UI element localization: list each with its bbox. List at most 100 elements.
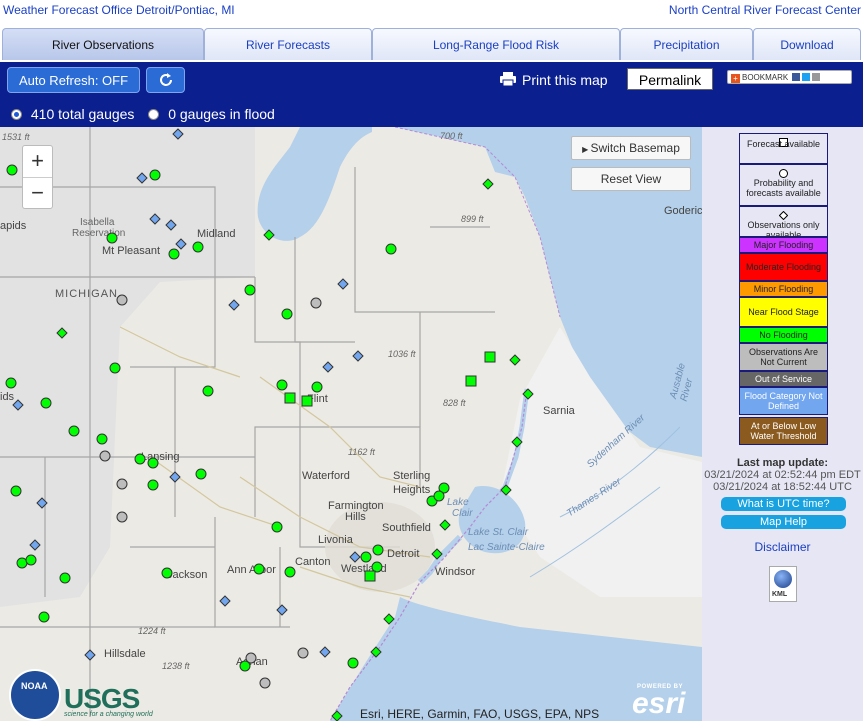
gauge-circle-marker[interactable] [161, 567, 173, 579]
gauge-circle-marker[interactable] [311, 381, 323, 393]
gauge-circle-marker[interactable] [347, 657, 359, 669]
gauge-diamond-marker[interactable] [84, 649, 96, 661]
gauge-circle-marker[interactable] [40, 397, 52, 409]
gauge-diamond-marker[interactable] [383, 613, 395, 625]
map-help-button[interactable]: Map Help [721, 515, 846, 529]
gauge-diamond-marker[interactable] [165, 219, 177, 231]
gauge-circle-marker[interactable] [6, 164, 18, 176]
gauge-circle-marker[interactable] [284, 566, 296, 578]
gauge-diamond-marker[interactable] [349, 551, 361, 563]
tab-precipitation[interactable]: Precipitation [620, 28, 753, 60]
gauge-circle-marker[interactable] [195, 468, 207, 480]
gauge-circle-marker[interactable] [297, 647, 309, 659]
zoom-in-button[interactable]: + [23, 146, 52, 177]
gauge-square-marker[interactable] [484, 351, 496, 363]
gauge-circle-marker[interactable] [116, 294, 128, 306]
bookmark-button[interactable]: + BOOKMARK [727, 70, 852, 84]
kml-download-button[interactable]: KML [769, 566, 797, 602]
gauge-diamond-marker[interactable] [337, 278, 349, 290]
gauge-diamond-marker[interactable] [263, 229, 275, 241]
permalink-button[interactable]: Permalink [627, 68, 713, 90]
tab-long-range-flood-risk[interactable]: Long-Range Flood Risk [372, 28, 620, 60]
gauge-circle-marker[interactable] [271, 521, 283, 533]
gauge-circle-marker[interactable] [168, 248, 180, 260]
refresh-button[interactable] [146, 67, 185, 93]
gauge-square-marker[interactable] [301, 395, 313, 407]
gauge-diamond-marker[interactable] [276, 604, 288, 616]
gauge-diamond-marker[interactable] [136, 172, 148, 184]
gauge-square-marker[interactable] [465, 375, 477, 387]
ncrfc-link[interactable]: North Central River Forecast Center [669, 3, 861, 17]
gauge-diamond-marker[interactable] [322, 361, 334, 373]
gauge-square-marker[interactable] [284, 392, 296, 404]
gauge-circle-marker[interactable] [149, 169, 161, 181]
gauge-square-marker[interactable] [364, 570, 376, 582]
auto-refresh-button[interactable]: Auto Refresh: OFF [7, 67, 140, 93]
gauge-circle-marker[interactable] [192, 241, 204, 253]
gauge-circle-marker[interactable] [10, 485, 22, 497]
gauge-diamond-marker[interactable] [219, 595, 231, 607]
gauge-circle-marker[interactable] [134, 453, 146, 465]
gauge-circle-marker[interactable] [281, 308, 293, 320]
gauge-diamond-marker[interactable] [331, 710, 343, 721]
gauge-circle-marker[interactable] [202, 385, 214, 397]
gauge-circle-marker[interactable] [5, 377, 17, 389]
gauge-circle-marker[interactable] [147, 479, 159, 491]
usgs-logo[interactable]: USGS science for a changing world [64, 683, 153, 718]
esri-logo[interactable]: POWERED BY esri [632, 684, 685, 721]
gauge-diamond-marker[interactable] [169, 471, 181, 483]
gauge-circle-marker[interactable] [244, 284, 256, 296]
tab-download[interactable]: Download [753, 28, 861, 60]
gauge-diamond-marker[interactable] [228, 299, 240, 311]
gauge-circle-marker[interactable] [360, 551, 372, 563]
gauge-diamond-marker[interactable] [511, 436, 523, 448]
gauge-circle-marker[interactable] [276, 379, 288, 391]
utc-help-button[interactable]: What is UTC time? [721, 497, 846, 511]
switch-basemap-button[interactable]: ▶ Switch Basemap [571, 136, 691, 160]
tab-river-forecasts[interactable]: River Forecasts [204, 28, 372, 60]
reset-view-button[interactable]: Reset View [571, 167, 691, 191]
river-gauge-map[interactable]: 1531 ft 700 ft 899 ft 1036 ft 828 ft 116… [0, 127, 702, 721]
gauge-circle-marker[interactable] [59, 572, 71, 584]
gauge-circle-marker[interactable] [116, 478, 128, 490]
gauge-circle-marker[interactable] [25, 554, 37, 566]
gauge-diamond-marker[interactable] [509, 354, 521, 366]
email-icon[interactable] [812, 73, 821, 81]
gauge-circle-marker[interactable] [68, 425, 80, 437]
gauge-circle-marker[interactable] [433, 490, 445, 502]
wfo-detroit-link[interactable]: Weather Forecast Office Detroit/Pontiac,… [3, 3, 235, 17]
noaa-logo[interactable]: NOAA [9, 669, 61, 721]
gauge-diamond-marker[interactable] [482, 178, 494, 190]
gauge-circle-marker[interactable] [99, 450, 111, 462]
gauge-diamond-marker[interactable] [319, 646, 331, 658]
gauge-circle-marker[interactable] [109, 362, 121, 374]
gauges-in-flood-radio[interactable] [148, 109, 160, 120]
zoom-out-button[interactable]: − [23, 177, 52, 209]
gauge-diamond-marker[interactable] [352, 350, 364, 362]
gauge-circle-marker[interactable] [96, 433, 108, 445]
total-gauges-radio[interactable] [11, 109, 22, 120]
gauge-circle-marker[interactable] [38, 611, 50, 623]
gauge-circle-marker[interactable] [385, 243, 397, 255]
gauge-diamond-marker[interactable] [56, 327, 68, 339]
gauge-circle-marker[interactable] [106, 232, 118, 244]
tab-river-observations[interactable]: River Observations [2, 28, 204, 60]
gauge-circle-marker[interactable] [372, 544, 384, 556]
gauge-diamond-marker[interactable] [149, 213, 161, 225]
gauge-circle-marker[interactable] [253, 563, 265, 575]
gauge-diamond-marker[interactable] [500, 484, 512, 496]
gauge-diamond-marker[interactable] [522, 388, 534, 400]
facebook-icon[interactable] [792, 73, 801, 81]
gauge-circle-marker[interactable] [116, 511, 128, 523]
gauge-diamond-marker[interactable] [370, 646, 382, 658]
gauge-circle-marker[interactable] [239, 660, 251, 672]
gauge-diamond-marker[interactable] [29, 539, 41, 551]
gauge-diamond-marker[interactable] [172, 128, 184, 140]
gauge-diamond-marker[interactable] [12, 399, 24, 411]
gauge-diamond-marker[interactable] [431, 548, 443, 560]
gauge-circle-marker[interactable] [259, 677, 271, 689]
gauge-diamond-marker[interactable] [439, 519, 451, 531]
print-map-button[interactable]: Print this map [499, 70, 608, 90]
gauge-circle-marker[interactable] [147, 457, 159, 469]
disclaimer-link[interactable]: Disclaimer [702, 540, 863, 554]
